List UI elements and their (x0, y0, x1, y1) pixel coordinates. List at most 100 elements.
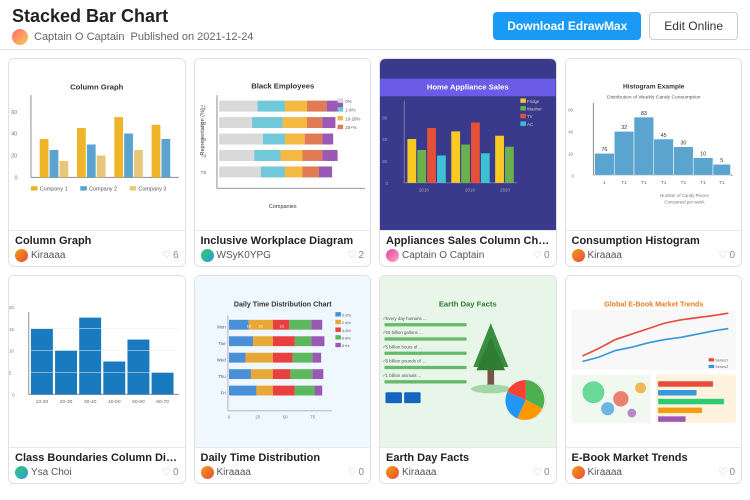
heart-icon-1: ♡ (162, 250, 171, 261)
card-grid: Column Graph (0, 50, 750, 492)
author-avatar-2 (201, 249, 214, 262)
thumb-appliances: Home Appliance Sales Fridge Washer TV AC (380, 59, 556, 230)
svg-text:2020: 2020 (500, 188, 510, 193)
author-avatar-5 (15, 466, 28, 479)
card-meta-earth-day: Kiraaaa ♡ 0 (386, 466, 550, 479)
svg-text:0%: 0% (345, 99, 351, 104)
card-likes-5: ♡ 0 (162, 467, 179, 478)
svg-text:✓: ✓ (382, 373, 387, 379)
svg-text:8+hr: 8+hr (341, 344, 349, 348)
svg-text:Global E-Book Market Trends: Global E-Book Market Trends (604, 301, 703, 309)
publish-date: Published on 2021-12-24 (131, 31, 254, 43)
svg-text:30-40: 30-40 (84, 399, 97, 405)
heart-icon-4: ♡ (718, 250, 727, 261)
svg-text:10-20: 10-20 (36, 399, 49, 405)
svg-text:2019: 2019 (465, 188, 475, 193)
svg-text:Black Employees: Black Employees (251, 82, 314, 91)
svg-text:1 billion animals ...: 1 billion animals ... (385, 373, 421, 378)
card-meta-ebook: Kiraaaa ♡ 0 (572, 466, 736, 479)
svg-text:Companies: Companies (268, 204, 296, 210)
card-likes-8: ♡ 0 (718, 467, 735, 478)
svg-text:40-50: 40-50 (108, 399, 121, 405)
card-column-graph[interactable]: Column Graph (8, 58, 186, 267)
card-author-ebook: Kiraaaa (572, 466, 622, 479)
svg-text:T1: T1 (718, 180, 724, 186)
card-title-ebook: E-Book Market Trends (572, 452, 736, 464)
svg-text:2018: 2018 (419, 188, 429, 193)
card-author-appliances: Captain O Captain (386, 249, 484, 262)
svg-text:T1: T1 (641, 180, 647, 186)
author-avatar-7 (386, 466, 399, 479)
svg-text:20-30: 20-30 (60, 399, 73, 405)
page-header: Stacked Bar Chart Captain O Captain Publ… (0, 0, 750, 50)
header-left: Stacked Bar Chart Captain O Captain Publ… (12, 6, 253, 45)
svg-text:76: 76 (601, 147, 607, 153)
svg-text:Earth Day Facts: Earth Day Facts (439, 300, 497, 309)
svg-text:Fri: Fri (220, 390, 225, 395)
card-appliances[interactable]: Home Appliance Sales Fridge Washer TV AC (379, 58, 557, 267)
svg-text:T3: T3 (200, 137, 206, 143)
card-title-inclusive: Inclusive Workplace Diagram (201, 235, 365, 247)
edit-button[interactable]: Edit Online (649, 12, 738, 40)
card-likes-2: ♡ 2 (347, 250, 364, 261)
svg-text:Washer: Washer (527, 106, 542, 111)
svg-text:10: 10 (700, 151, 706, 157)
svg-text:25: 25 (255, 415, 260, 420)
thumb-daily-time: Daily Time Distribution Chart 0-2hr 2-4h… (195, 276, 371, 447)
svg-text:6-8hr: 6-8hr (341, 337, 351, 341)
svg-text:Thu: Thu (218, 374, 226, 379)
heart-icon-7: ♡ (533, 467, 542, 478)
card-histogram[interactable]: Histogram Example Distribution of Weekly… (565, 58, 743, 267)
page-title: Stacked Bar Chart (12, 6, 253, 27)
card-likes-7: ♡ 0 (533, 467, 550, 478)
svg-text:T4: T4 (200, 154, 206, 160)
card-title-histogram: Consumption Histogram (572, 235, 736, 247)
download-button[interactable]: Download EdrawMax (493, 12, 641, 40)
svg-text:60: 60 (568, 108, 573, 113)
svg-text:40: 40 (11, 132, 17, 138)
card-meta-inclusive: WSyK0YPG ♡ 2 (201, 249, 365, 262)
svg-text:30: 30 (680, 141, 686, 147)
svg-text:T1: T1 (660, 180, 666, 186)
thumb-class-boundaries: 10-20 20-30 30-40 40-50 50-60 60-70 0 5 … (9, 276, 185, 447)
svg-text:20: 20 (568, 151, 573, 156)
svg-text:✓: ✓ (382, 344, 387, 350)
svg-text:50: 50 (282, 415, 287, 420)
card-earth-day[interactable]: Earth Day Facts Every day humans ... 50 … (379, 275, 557, 484)
card-title-column-graph: Column Graph (15, 235, 179, 247)
card-inclusive-workplace[interactable]: Black Employees Representation (%) Compa… (194, 58, 372, 267)
card-daily-time[interactable]: Daily Time Distribution Chart 0-2hr 2-4h… (194, 275, 372, 484)
svg-text:Mon: Mon (217, 325, 226, 330)
card-title-earth-day: Earth Day Facts (386, 452, 550, 464)
svg-text:✓: ✓ (382, 316, 387, 322)
svg-text:AC: AC (527, 122, 533, 127)
author-avatar (12, 29, 28, 45)
thumb-earth-day: Earth Day Facts Every day humans ... 50 … (380, 276, 556, 447)
card-info-earth-day: Earth Day Facts Kiraaaa ♡ 0 (380, 447, 556, 483)
svg-text:Daily Time Distribution Chart: Daily Time Distribution Chart (233, 301, 331, 309)
svg-text:20: 20 (11, 154, 17, 160)
svg-text:10: 10 (9, 349, 14, 354)
card-info-column-graph: Column Graph Kiraaaa ♡ 6 (9, 230, 185, 266)
svg-text:Consumed per week: Consumed per week (664, 200, 705, 205)
card-class-boundaries[interactable]: 10-20 20-30 30-40 40-50 50-60 60-70 0 5 … (8, 275, 186, 484)
card-meta-daily-time: Kiraaaa ♡ 0 (201, 466, 365, 479)
heart-icon-8: ♡ (718, 467, 727, 478)
svg-text:50-60: 50-60 (132, 399, 145, 405)
svg-text:1: 1 (603, 180, 606, 186)
author-avatar-3 (386, 249, 399, 262)
card-likes-3: ♡ 0 (533, 250, 550, 261)
card-title-appliances: Appliances Sales Column Chart (386, 235, 550, 247)
card-likes-1: ♡ 6 (162, 250, 179, 261)
card-author-column-graph: Kiraaaa (15, 249, 65, 262)
svg-text:8 billion pounds of ...: 8 billion pounds of ... (385, 359, 425, 364)
card-ebook[interactable]: Global E-Book Market Trends (565, 275, 743, 484)
card-likes-6: ♡ 0 (347, 467, 364, 478)
svg-text:Every day humans ...: Every day humans ... (385, 316, 426, 321)
svg-text:T1: T1 (200, 104, 206, 110)
svg-text:Series2: Series2 (715, 365, 728, 369)
svg-text:40: 40 (568, 130, 573, 135)
svg-text:Company 2: Company 2 (89, 187, 117, 193)
svg-text:Company 3: Company 3 (138, 187, 166, 193)
svg-text:Histogram Example: Histogram Example (623, 84, 685, 91)
